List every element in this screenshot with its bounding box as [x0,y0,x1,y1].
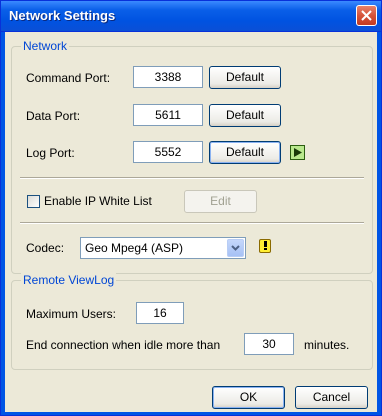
codec-select[interactable]: Geo Mpeg4 (ASP) [80,237,246,259]
remote-viewlog-legend: Remote ViewLog [21,273,117,287]
network-settings-dialog: Network Settings Network Command Port: 3… [0,0,382,416]
data-port-default-button[interactable]: Default [209,104,281,127]
window-title: Network Settings [9,8,116,23]
log-port-default-button[interactable]: Default [209,141,281,164]
close-icon [361,10,372,21]
data-port-input[interactable]: 5611 [133,104,203,126]
idle-timeout-label: End connection when idle more than [26,338,221,352]
dialog-body: Network Command Port: 3388 Default Data … [5,32,377,412]
network-legend: Network [21,39,70,53]
chevron-down-icon [231,245,240,251]
network-group: Network Command Port: 3388 Default Data … [11,39,373,274]
ip-whitelist-edit-button[interactable]: Edit [184,190,257,213]
close-button[interactable] [356,5,377,26]
ip-whitelist-label[interactable]: Enable IP White List [44,194,152,208]
warning-icon [259,239,271,253]
command-port-label: Command Port: [26,71,111,85]
max-users-label: Maximum Users: [26,307,117,321]
title-bar[interactable]: Network Settings [1,1,381,32]
max-users-input[interactable]: 16 [136,302,184,324]
remote-viewlog-group: Remote ViewLog Maximum Users: 16 End con… [11,273,373,370]
ip-whitelist-checkbox[interactable] [27,195,40,208]
cancel-button[interactable]: Cancel [295,386,368,409]
codec-dropdown-button[interactable] [227,239,244,257]
play-icon[interactable] [290,145,305,160]
command-port-default-button[interactable]: Default [209,66,281,89]
idle-timeout-unit: minutes. [304,338,350,352]
idle-timeout-input[interactable]: 30 [244,333,294,355]
divider [20,222,364,224]
codec-selected-value: Geo Mpeg4 (ASP) [85,241,184,255]
command-port-input[interactable]: 3388 [133,66,203,88]
ok-button[interactable]: OK [212,386,285,409]
data-port-label: Data Port: [26,109,81,123]
log-port-input[interactable]: 5552 [133,141,203,163]
divider [20,177,364,179]
codec-label: Codec: [26,241,65,255]
log-port-label: Log Port: [26,146,75,160]
